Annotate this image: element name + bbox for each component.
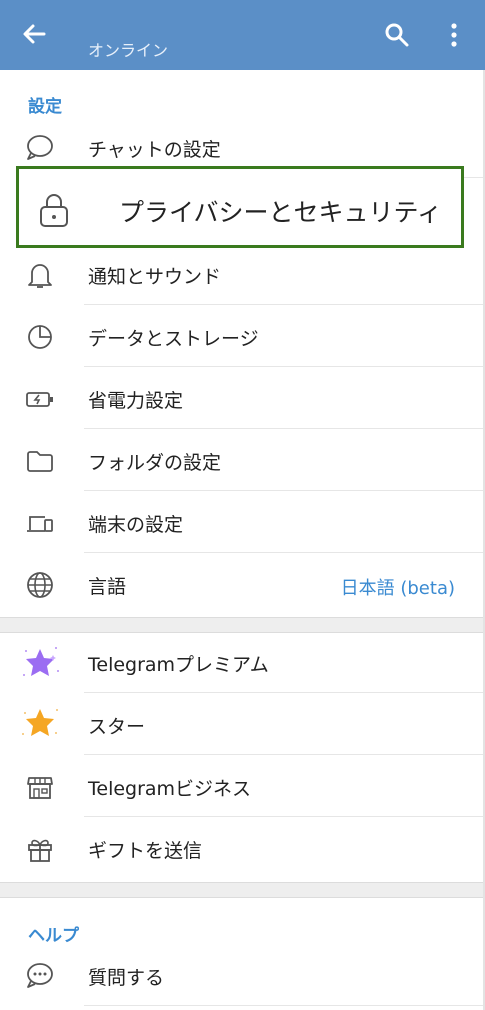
settings-section-title: 設定 (28, 97, 62, 117)
gift-icon (25, 834, 55, 864)
settings-item-label: フォルダの設定 (88, 452, 222, 474)
settings-item-folders[interactable]: フォルダの設定 (0, 429, 485, 491)
settings-item-label: 省電力設定 (88, 390, 184, 412)
menu-item-label: ギフトを送信 (88, 840, 203, 862)
menu-item-label: Telegramビジネス (88, 778, 252, 800)
bell-icon (25, 260, 55, 290)
pie-chart-icon (25, 322, 55, 352)
menu-item-label: スター (88, 716, 146, 738)
help-section-title: ヘルプ (28, 926, 79, 946)
menu-item-telegram-premium[interactable]: Telegramプレミアム (0, 631, 485, 693)
globe-icon (25, 570, 55, 600)
section-gap (0, 882, 485, 898)
battery-icon (25, 384, 55, 414)
settings-item-label: 通知とサウンド (88, 266, 222, 288)
menu-item-label: Telegramプレミアム (88, 654, 269, 676)
divider (84, 1005, 485, 1006)
settings-item-data-storage[interactable]: データとストレージ (0, 305, 485, 367)
devices-icon (25, 508, 55, 538)
premium-star-icon (18, 641, 62, 685)
settings-item-label: 端末の設定 (88, 514, 184, 536)
online-status: オンライン (88, 41, 169, 60)
more-vert-icon[interactable] (444, 22, 464, 48)
help-item-label: 質問する (88, 967, 165, 989)
star-icon (18, 701, 62, 745)
chat-bubble-icon (25, 133, 55, 163)
settings-item-label: プライバシーとセキュリティ (119, 198, 443, 227)
settings-item-power-saving[interactable]: 省電力設定 (0, 367, 485, 429)
settings-item-devices[interactable]: 端末の設定 (0, 491, 485, 553)
language-value: 日本語 (beta) (340, 578, 455, 599)
menu-item-telegram-business[interactable]: Telegramビジネス (0, 755, 485, 817)
menu-item-send-gift[interactable]: ギフトを送信 (0, 817, 485, 879)
question-chat-icon (25, 961, 55, 991)
settings-item-label: チャットの設定 (88, 139, 221, 161)
folder-icon (25, 446, 55, 476)
settings-item-label: 言語 (88, 576, 127, 598)
settings-item-language[interactable]: 言語 日本語 (beta) (0, 553, 485, 615)
search-icon[interactable] (384, 22, 410, 48)
arrow-left-icon[interactable] (20, 20, 48, 48)
menu-item-stars[interactable]: スター (0, 693, 485, 755)
settings-item-label: データとストレージ (88, 328, 259, 350)
settings-item-privacy[interactable]: プライバシーとセキュリティ (16, 166, 464, 248)
app-bar: オンライン (0, 0, 485, 70)
settings-item-notifications[interactable]: 通知とサウンド (0, 243, 485, 305)
shop-icon (25, 772, 55, 802)
lock-icon (37, 192, 71, 228)
help-item-ask-question[interactable]: 質問する (0, 944, 485, 1006)
